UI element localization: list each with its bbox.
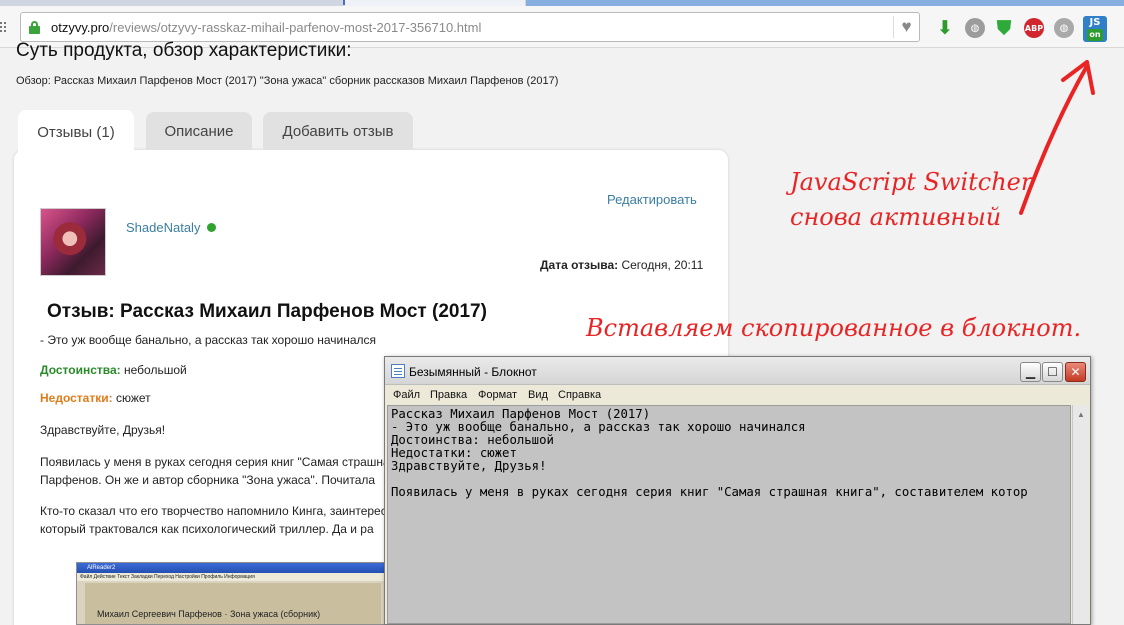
maximize-button[interactable]: ☐ — [1042, 362, 1063, 382]
menu-view[interactable]: Вид — [528, 389, 548, 401]
notepad-titlebar[interactable]: Безымянный - Блокнот ▁ ☐ ✕ — [385, 357, 1090, 385]
notepad-text: Рассказ Михаил Парфенов Мост (2017) - Эт… — [391, 407, 1028, 499]
vertical-scrollbar[interactable]: ▲ — [1072, 405, 1089, 624]
notepad-menubar: Файл Правка Формат Вид Справка — [385, 385, 1090, 405]
minimize-button[interactable]: ▁ — [1020, 362, 1041, 382]
notepad-title: Безымянный - Блокнот — [409, 365, 537, 379]
menu-format[interactable]: Формат — [478, 389, 517, 401]
notepad-window: Безымянный - Блокнот ▁ ☐ ✕ Файл Правка Ф… — [384, 356, 1091, 625]
notepad-icon[interactable] — [391, 364, 405, 378]
menu-help[interactable]: Справка — [558, 389, 601, 401]
close-button[interactable]: ✕ — [1065, 362, 1086, 382]
notepad-text-area[interactable]: Рассказ Михаил Парфенов Мост (2017) - Эт… — [387, 405, 1071, 624]
scroll-up-icon[interactable]: ▲ — [1075, 407, 1087, 421]
menu-edit[interactable]: Правка — [430, 389, 467, 401]
menu-file[interactable]: Файл — [393, 389, 420, 401]
